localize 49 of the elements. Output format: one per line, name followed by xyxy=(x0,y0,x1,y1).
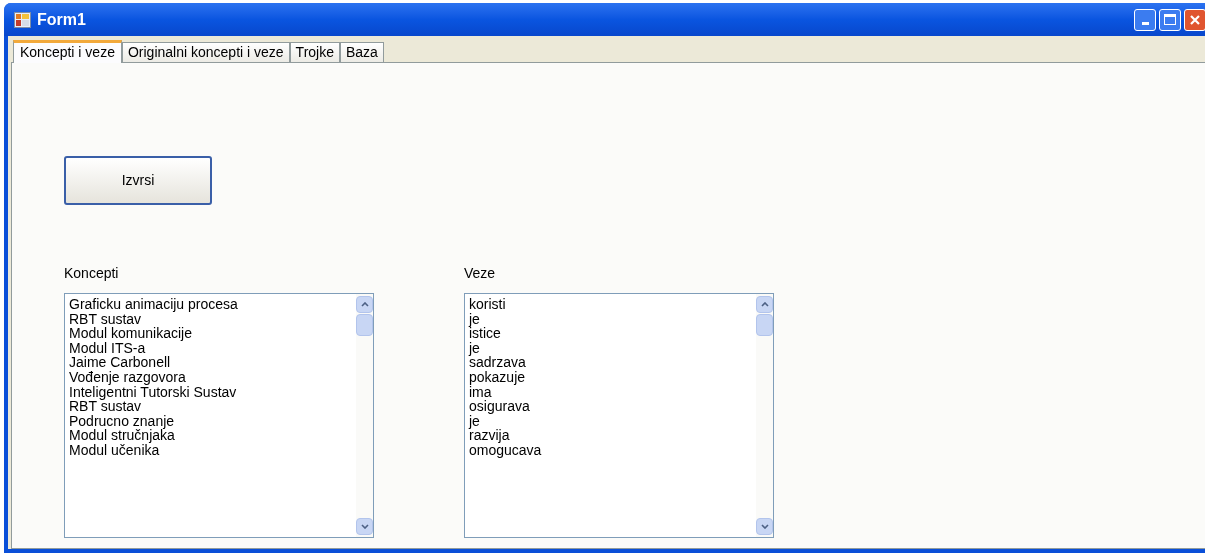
list-item[interactable]: omogucava xyxy=(469,442,756,458)
scroll-down-button[interactable] xyxy=(756,518,773,535)
chevron-down-icon xyxy=(760,524,769,529)
window-title: Form1 xyxy=(37,9,86,30)
chevron-down-icon xyxy=(360,524,369,529)
list-item[interactable]: Inteligentni Tutorski Sustav xyxy=(69,384,356,400)
close-button[interactable] xyxy=(1184,8,1205,31)
list-label: Koncepti xyxy=(64,265,120,282)
list-box[interactable]: koristi je istice je sadrzava pokazuje ima osigurava je razvija omogucava xyxy=(464,293,774,538)
chevron-up-icon xyxy=(760,302,769,307)
list-item[interactable]: RBT sustav xyxy=(69,311,356,327)
list-item[interactable]: Podrucno znanje xyxy=(69,413,356,429)
list-item[interactable]: je xyxy=(469,340,756,356)
tab[interactable]: Originalni koncepti i veze xyxy=(121,42,290,62)
run-button[interactable]: Izvrsi xyxy=(64,156,212,205)
maximize-button[interactable] xyxy=(1159,8,1181,31)
list-item[interactable]: Vođenje razgovora xyxy=(69,369,356,385)
scroll-thumb[interactable] xyxy=(756,314,773,336)
tab[interactable]: Trojke xyxy=(289,42,340,62)
list-item[interactable]: ima xyxy=(469,384,756,400)
list-label: Veze xyxy=(464,265,497,282)
list-item[interactable]: Modul stručnjaka xyxy=(69,428,356,443)
scroll-down-button[interactable] xyxy=(356,518,373,535)
list-item[interactable]: Graficku animaciju procesa xyxy=(69,297,356,312)
list-item[interactable]: Modul komunikacije xyxy=(69,326,356,341)
list-item[interactable]: razvija xyxy=(469,428,756,443)
scroll-up-button[interactable] xyxy=(356,296,373,313)
list-item[interactable]: je xyxy=(469,413,756,429)
list-item[interactable]: RBT sustav xyxy=(69,399,356,414)
list-item[interactable]: Modul ITS-a xyxy=(69,340,356,356)
list-item[interactable]: Jaime Carbonell xyxy=(69,355,356,370)
app-icon xyxy=(14,11,31,28)
list-item[interactable]: osigurava xyxy=(469,399,756,414)
tab[interactable]: Baza xyxy=(340,42,384,62)
scroll-up-button[interactable] xyxy=(756,296,773,313)
list-item[interactable]: sadrzava xyxy=(469,355,756,370)
scroll-thumb[interactable] xyxy=(356,314,373,336)
list-box[interactable]: Graficku animaciju procesa RBT sustav Modul komunikacije Modul ITS-a Jaime Carbonell Vođenje razgovora Inteligentni Tutorski Sustav RBT sustav Podrucno znanje Modul stručnjaka Modul učenika xyxy=(64,293,374,538)
list-item[interactable]: pokazuje xyxy=(469,369,756,385)
tab[interactable]: Koncepti i veze xyxy=(13,40,122,63)
list-item[interactable]: koristi xyxy=(469,297,756,312)
minimize-button[interactable] xyxy=(1134,8,1156,31)
minimize-icon xyxy=(1141,21,1149,25)
list-item[interactable]: istice xyxy=(469,326,756,341)
close-icon xyxy=(1189,13,1201,26)
list-item[interactable]: Modul učenika xyxy=(69,442,356,458)
chevron-up-icon xyxy=(360,302,369,307)
list-item[interactable]: je xyxy=(469,311,756,327)
maximize-icon xyxy=(1164,14,1176,25)
